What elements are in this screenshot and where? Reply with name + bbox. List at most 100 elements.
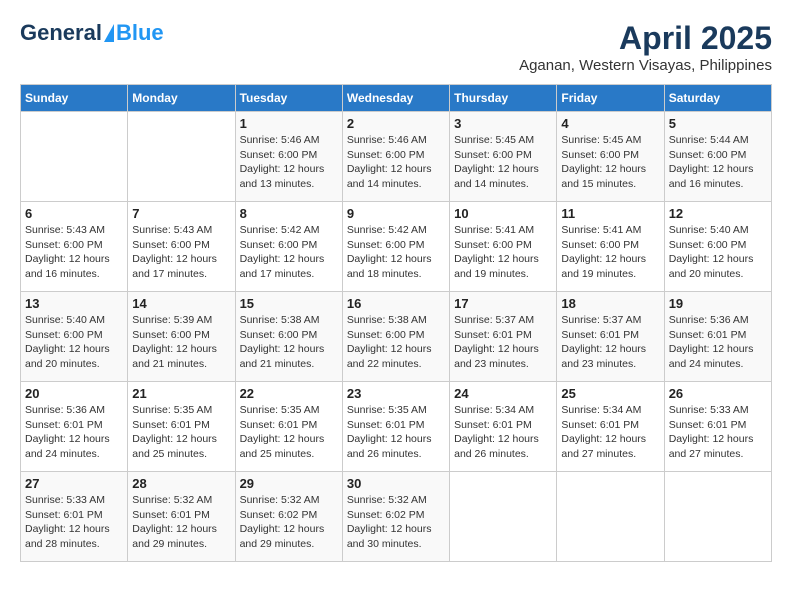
- day-number: 15: [240, 296, 338, 311]
- day-number: 13: [25, 296, 123, 311]
- day-number: 4: [561, 116, 659, 131]
- day-number: 19: [669, 296, 767, 311]
- day-info: Sunrise: 5:37 AM Sunset: 6:01 PM Dayligh…: [561, 313, 659, 372]
- logo: General Blue: [20, 20, 164, 46]
- day-info: Sunrise: 5:35 AM Sunset: 6:01 PM Dayligh…: [132, 403, 230, 462]
- week-row-2: 6Sunrise: 5:43 AM Sunset: 6:00 PM Daylig…: [21, 202, 772, 292]
- day-info: Sunrise: 5:34 AM Sunset: 6:01 PM Dayligh…: [561, 403, 659, 462]
- header-row: SundayMondayTuesdayWednesdayThursdayFrid…: [21, 85, 772, 112]
- day-cell: [664, 472, 771, 562]
- header-cell-thursday: Thursday: [450, 85, 557, 112]
- logo-general: General: [20, 20, 102, 46]
- day-number: 18: [561, 296, 659, 311]
- day-number: 7: [132, 206, 230, 221]
- day-info: Sunrise: 5:40 AM Sunset: 6:00 PM Dayligh…: [25, 313, 123, 372]
- day-cell: 12Sunrise: 5:40 AM Sunset: 6:00 PM Dayli…: [664, 202, 771, 292]
- day-info: Sunrise: 5:44 AM Sunset: 6:00 PM Dayligh…: [669, 133, 767, 192]
- calendar-subtitle: Aganan, Western Visayas, Philippines: [519, 57, 772, 74]
- header-cell-saturday: Saturday: [664, 85, 771, 112]
- day-cell: 28 Sunrise: 5:32 AM Sunset: 6:01 PM Dayli…: [128, 472, 235, 562]
- day-info: Sunrise: 5:41 AM Sunset: 6:00 PM Dayligh…: [454, 223, 552, 282]
- week-row-3: 13 Sunrise: 5:40 AM Sunset: 6:00 PM Dayli…: [21, 292, 772, 382]
- page-header: General Blue April 2025 Aganan, Western …: [20, 20, 772, 74]
- day-number: 25: [561, 386, 659, 401]
- day-info: Sunrise: 5:34 AM Sunset: 6:01 PM Dayligh…: [454, 403, 552, 462]
- day-cell: 30 Sunrise: 5:32 AM Sunset: 6:02 PM Dayli…: [342, 472, 449, 562]
- week-row-5: 27 Sunrise: 5:33 AM Sunset: 6:01 PM Dayli…: [21, 472, 772, 562]
- day-cell: 18 Sunrise: 5:37 AM Sunset: 6:01 PM Dayli…: [557, 292, 664, 382]
- day-number: 22: [240, 386, 338, 401]
- day-info: Sunrise: 5:41 AM Sunset: 6:00 PM Dayligh…: [561, 223, 659, 282]
- day-info: Sunrise: 5:35 AM Sunset: 6:01 PM Dayligh…: [240, 403, 338, 462]
- day-number: 23: [347, 386, 445, 401]
- day-cell: 22 Sunrise: 5:35 AM Sunset: 6:01 PM Dayli…: [235, 382, 342, 472]
- day-cell: 15 Sunrise: 5:38 AM Sunset: 6:00 PM Dayli…: [235, 292, 342, 382]
- day-info: Sunrise: 5:35 AM Sunset: 6:01 PM Dayligh…: [347, 403, 445, 462]
- day-info: Sunrise: 5:36 AM Sunset: 6:01 PM Dayligh…: [669, 313, 767, 372]
- day-number: 30: [347, 476, 445, 491]
- day-info: Sunrise: 5:38 AM Sunset: 6:00 PM Dayligh…: [347, 313, 445, 372]
- day-number: 28: [132, 476, 230, 491]
- day-cell: 25 Sunrise: 5:34 AM Sunset: 6:01 PM Dayli…: [557, 382, 664, 472]
- day-cell: 20 Sunrise: 5:36 AM Sunset: 6:01 PM Dayli…: [21, 382, 128, 472]
- day-number: 24: [454, 386, 552, 401]
- day-cell: 6Sunrise: 5:43 AM Sunset: 6:00 PM Daylig…: [21, 202, 128, 292]
- day-info: Sunrise: 5:32 AM Sunset: 6:02 PM Dayligh…: [347, 493, 445, 552]
- day-number: 8: [240, 206, 338, 221]
- day-number: 27: [25, 476, 123, 491]
- logo-blue: Blue: [116, 20, 164, 46]
- day-cell: 24 Sunrise: 5:34 AM Sunset: 6:01 PM Dayli…: [450, 382, 557, 472]
- day-number: 10: [454, 206, 552, 221]
- day-info: Sunrise: 5:46 AM Sunset: 6:00 PM Dayligh…: [347, 133, 445, 192]
- day-info: Sunrise: 5:45 AM Sunset: 6:00 PM Dayligh…: [454, 133, 552, 192]
- day-cell: 5 Sunrise: 5:44 AM Sunset: 6:00 PM Daylig…: [664, 112, 771, 202]
- day-number: 20: [25, 386, 123, 401]
- day-cell: 14Sunrise: 5:39 AM Sunset: 6:00 PM Dayli…: [128, 292, 235, 382]
- day-number: 2: [347, 116, 445, 131]
- header-cell-tuesday: Tuesday: [235, 85, 342, 112]
- day-cell: 16Sunrise: 5:38 AM Sunset: 6:00 PM Dayli…: [342, 292, 449, 382]
- calendar-title: April 2025: [519, 20, 772, 57]
- day-number: 6: [25, 206, 123, 221]
- calendar-header: SundayMondayTuesdayWednesdayThursdayFrid…: [21, 85, 772, 112]
- header-cell-monday: Monday: [128, 85, 235, 112]
- day-cell: 11 Sunrise: 5:41 AM Sunset: 6:00 PM Dayli…: [557, 202, 664, 292]
- header-cell-friday: Friday: [557, 85, 664, 112]
- day-info: Sunrise: 5:38 AM Sunset: 6:00 PM Dayligh…: [240, 313, 338, 372]
- week-row-4: 20 Sunrise: 5:36 AM Sunset: 6:01 PM Dayli…: [21, 382, 772, 472]
- day-number: 3: [454, 116, 552, 131]
- header-cell-wednesday: Wednesday: [342, 85, 449, 112]
- calendar-body: 1 Sunrise: 5:46 AM Sunset: 6:00 PM Daylig…: [21, 112, 772, 562]
- day-cell: 27 Sunrise: 5:33 AM Sunset: 6:01 PM Dayli…: [21, 472, 128, 562]
- day-cell: 9Sunrise: 5:42 AM Sunset: 6:00 PM Daylig…: [342, 202, 449, 292]
- day-info: Sunrise: 5:32 AM Sunset: 6:02 PM Dayligh…: [240, 493, 338, 552]
- day-cell: 23 Sunrise: 5:35 AM Sunset: 6:01 PM Dayli…: [342, 382, 449, 472]
- day-cell: 21 Sunrise: 5:35 AM Sunset: 6:01 PM Dayli…: [128, 382, 235, 472]
- day-number: 17: [454, 296, 552, 311]
- day-number: 9: [347, 206, 445, 221]
- day-cell: 1 Sunrise: 5:46 AM Sunset: 6:00 PM Daylig…: [235, 112, 342, 202]
- day-number: 5: [669, 116, 767, 131]
- day-cell: 8 Sunrise: 5:42 AM Sunset: 6:00 PM Daylig…: [235, 202, 342, 292]
- day-info: Sunrise: 5:40 AM Sunset: 6:00 PM Dayligh…: [669, 223, 767, 282]
- day-info: Sunrise: 5:33 AM Sunset: 6:01 PM Dayligh…: [25, 493, 123, 552]
- day-info: Sunrise: 5:36 AM Sunset: 6:01 PM Dayligh…: [25, 403, 123, 462]
- week-row-1: 1 Sunrise: 5:46 AM Sunset: 6:00 PM Daylig…: [21, 112, 772, 202]
- day-cell: 17 Sunrise: 5:37 AM Sunset: 6:01 PM Dayli…: [450, 292, 557, 382]
- day-cell: 19 Sunrise: 5:36 AM Sunset: 6:01 PM Dayli…: [664, 292, 771, 382]
- logo-triangle-icon: [104, 24, 114, 42]
- day-cell: [557, 472, 664, 562]
- day-info: Sunrise: 5:37 AM Sunset: 6:01 PM Dayligh…: [454, 313, 552, 372]
- day-cell: [450, 472, 557, 562]
- day-info: Sunrise: 5:45 AM Sunset: 6:00 PM Dayligh…: [561, 133, 659, 192]
- day-info: Sunrise: 5:32 AM Sunset: 6:01 PM Dayligh…: [132, 493, 230, 552]
- day-number: 21: [132, 386, 230, 401]
- day-number: 1: [240, 116, 338, 131]
- day-number: 29: [240, 476, 338, 491]
- day-number: 11: [561, 206, 659, 221]
- day-info: Sunrise: 5:42 AM Sunset: 6:00 PM Dayligh…: [240, 223, 338, 282]
- day-info: Sunrise: 5:39 AM Sunset: 6:00 PM Dayligh…: [132, 313, 230, 372]
- day-cell: 2 Sunrise: 5:46 AM Sunset: 6:00 PM Daylig…: [342, 112, 449, 202]
- day-info: Sunrise: 5:46 AM Sunset: 6:00 PM Dayligh…: [240, 133, 338, 192]
- day-cell: [21, 112, 128, 202]
